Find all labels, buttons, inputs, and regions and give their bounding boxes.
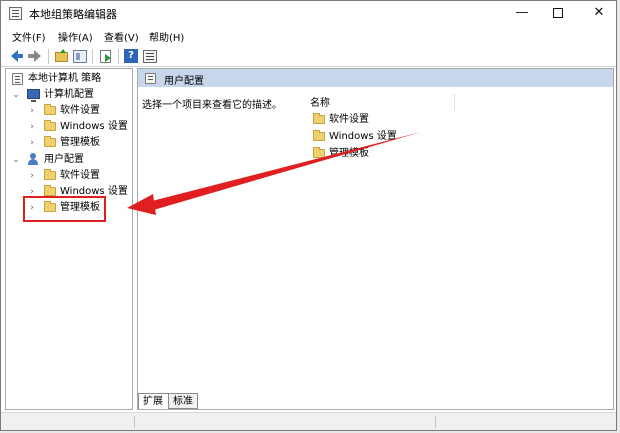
annotation-arrow (127, 132, 421, 215)
annotation-arrow-head (127, 194, 156, 215)
annotation-arrow-shaft (148, 132, 421, 211)
group-policy-editor-window: 本地组策略编辑器 — ✕ 文件(F) 操作(A) 查看(V) 帮助(H) ? 本… (0, 0, 617, 431)
